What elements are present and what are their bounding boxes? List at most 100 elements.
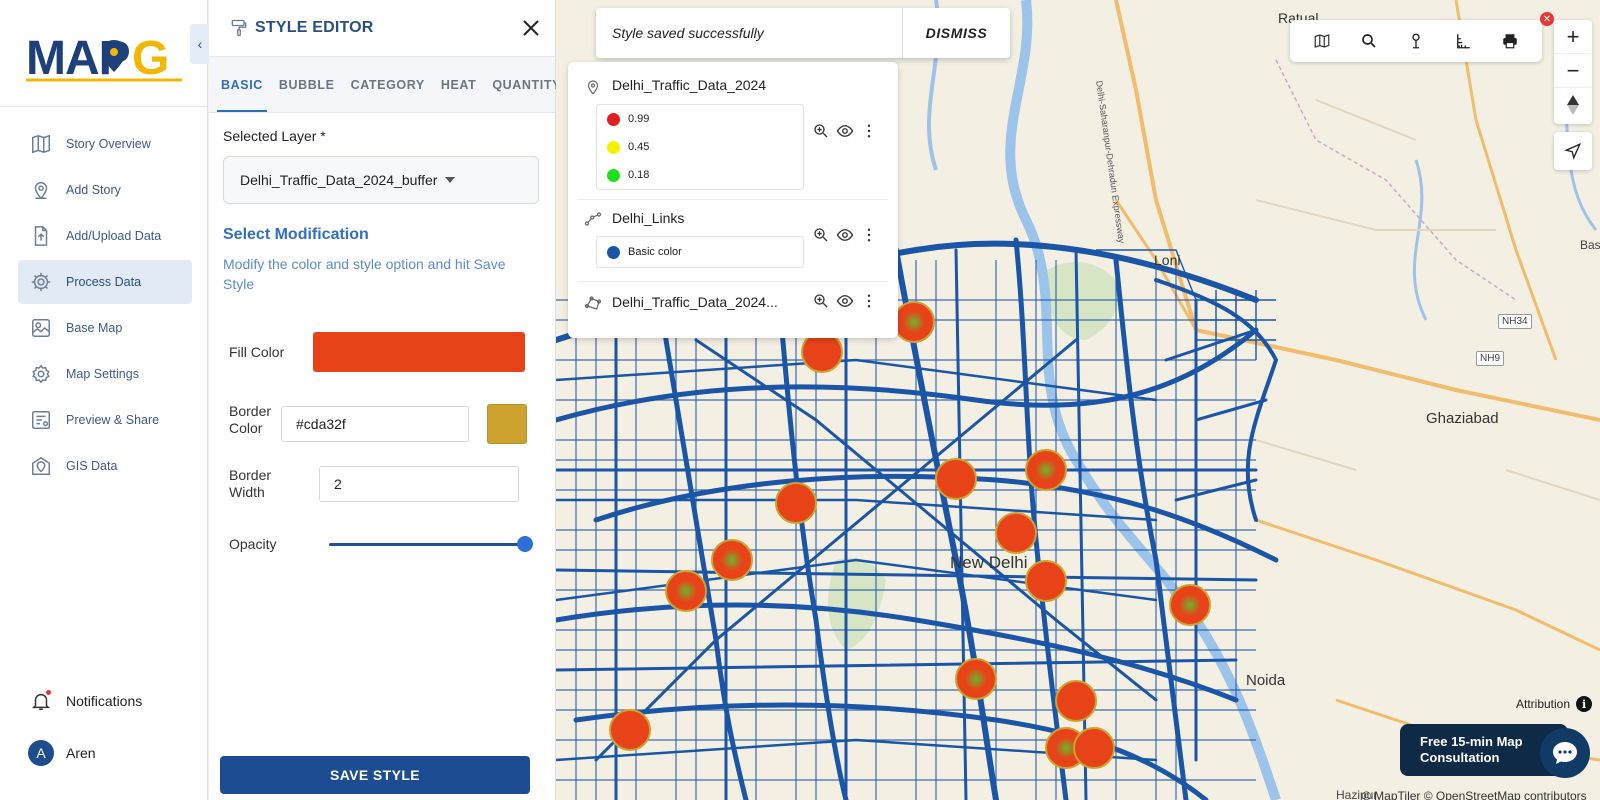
sidebar-item-base-map[interactable]: Base Map [18,306,192,350]
zoom-to-layer-icon[interactable] [812,122,830,140]
zoom-out-button[interactable]: − [1554,54,1592,88]
notifications-link[interactable]: Notifications [30,690,142,712]
style-editor-header: STYLE EDITOR [209,0,555,57]
road-shield-nh34: NH34 [1498,314,1532,329]
sidebar-item-label: Base Map [66,321,123,335]
dismiss-button[interactable]: DISMISS [903,25,1010,41]
print-tool-button[interactable] [1499,30,1521,52]
more-options-icon[interactable] [860,292,878,310]
fill-color-picker[interactable] [313,332,525,372]
logo-divider [0,106,208,107]
user-profile[interactable]: A Aren [28,740,96,766]
settings-icon [30,363,52,385]
collapse-sidebar-button[interactable]: ‹ [190,24,210,64]
more-options-icon[interactable] [860,122,878,140]
selected-layer-dropdown[interactable]: Delhi_Traffic_Data_2024_buffer [223,156,539,204]
sidebar-item-preview-share[interactable]: Preview & Share [18,398,192,442]
close-editor-button[interactable] [519,16,543,40]
tab-bubble[interactable]: BUBBLE [271,57,343,112]
map-toolbar [1290,20,1542,62]
sidebar-item-label: GIS Data [66,459,118,473]
map-label-basa: Basa [1580,238,1600,252]
style-tabs: BASIC BUBBLE CATEGORY HEAT QUANTITY [209,57,560,113]
tab-heat[interactable]: HEAT [433,57,485,112]
border-color-label: Border Color [229,403,272,436]
opacity-slider-thumb[interactable] [517,536,533,552]
map-icon [30,133,52,155]
layer-name[interactable]: Delhi_Links [612,210,684,226]
polygon-layer-icon [584,294,602,312]
toast-message: Style saved successfully [612,25,764,41]
sidebar-item-story-overview[interactable]: Story Overview [18,122,192,166]
border-width-label: Border Width [229,467,272,500]
bell-icon [30,690,52,712]
zoom-to-layer-icon[interactable] [812,226,830,244]
attribution-toggle[interactable]: Attribution i [1516,696,1593,712]
base-map-icon [30,317,52,339]
gear-icon [30,271,52,293]
sidebar-item-map-settings[interactable]: Map Settings [18,352,192,396]
sidebar-item-add-story[interactable]: Add Story [18,168,192,212]
border-color-input[interactable]: #cda32f [281,406,469,442]
more-options-icon[interactable] [860,226,878,244]
tab-basic[interactable]: BASIC [213,57,271,112]
consultation-text: Free 15-min Map Consultation [1420,734,1523,765]
legend-label: 0.18 [628,169,650,181]
map-icon [1314,34,1329,48]
printer-icon [1503,34,1518,49]
measure-icon [1457,34,1470,49]
border-width-input[interactable]: 2 [319,466,519,502]
map-label-ghaziabad: Ghaziabad [1426,410,1499,427]
minus-icon: − [1566,57,1580,83]
locate-me-button[interactable] [1554,132,1592,170]
search-icon [1361,34,1376,48]
pin-tool-button[interactable] [1405,30,1427,52]
point-layer-icon [584,78,602,96]
upload-file-icon [30,225,52,247]
select-modification-description: Modify the color and style option and hi… [223,256,506,292]
layer-name[interactable]: Delhi_Traffic_Data_2024... [612,294,778,310]
pushpin-icon [1412,33,1420,49]
info-icon: i [1576,696,1593,712]
notifications-label: Notifications [66,693,143,709]
map-copyright: © MapTiler © OpenStreetMap contributors [1362,789,1587,800]
svg-text:G: G [132,32,169,85]
save-style-button[interactable]: SAVE STYLE [220,756,530,794]
sidebar-item-gis-data[interactable]: GIS Data [18,444,192,488]
sidebar-item-process-data[interactable]: Process Data [18,260,192,304]
sidebar-item-add-upload-data[interactable]: Add/Upload Data [18,214,192,258]
chat-button[interactable] [1540,728,1590,778]
map-label-noida: Noida [1246,672,1286,689]
layer-legend: 0.99 0.45 0.18 [596,104,804,190]
map-layers-tool-button[interactable] [1311,30,1333,52]
opacity-slider-track[interactable] [329,543,523,546]
success-toast: Style saved successfully DISMISS [596,8,1010,58]
sidebar-item-label: Add/Upload Data [66,229,162,243]
zoom-to-layer-icon[interactable] [812,292,830,310]
compass-icon [1567,95,1579,115]
layer-actions [812,226,878,244]
sidebar-item-label: Map Settings [66,367,139,381]
measure-tool-button[interactable] [1452,30,1474,52]
search-tool-button[interactable] [1358,30,1380,52]
line-layer-icon [584,210,602,228]
legend-swatch-red [607,112,620,126]
border-color-picker[interactable] [487,404,527,444]
map-label-new-delhi: New Delhi [950,553,1028,572]
avatar: A [28,740,54,766]
eye-icon[interactable] [836,226,854,244]
layer-name[interactable]: Delhi_Traffic_Data_2024 [612,77,766,93]
fill-color-label: Fill Color [229,344,285,360]
tab-category[interactable]: CATEGORY [343,57,433,112]
layer-actions [812,292,878,310]
zoom-in-button[interactable]: + [1554,20,1592,54]
mapog-logo[interactable]: MAP G [26,26,186,86]
legend-item: 0.18 [597,161,803,189]
eye-icon[interactable] [836,292,854,310]
layers-panel: Delhi_Traffic_Data_2024 0.99 0.45 0.18 D… [568,62,898,338]
navigation-arrow-icon [1564,142,1582,160]
compass-button[interactable] [1554,88,1592,122]
close-toolbar-button[interactable]: ✕ [1540,12,1554,26]
eye-icon[interactable] [836,122,854,140]
sidebar-item-label: Process Data [66,275,142,289]
